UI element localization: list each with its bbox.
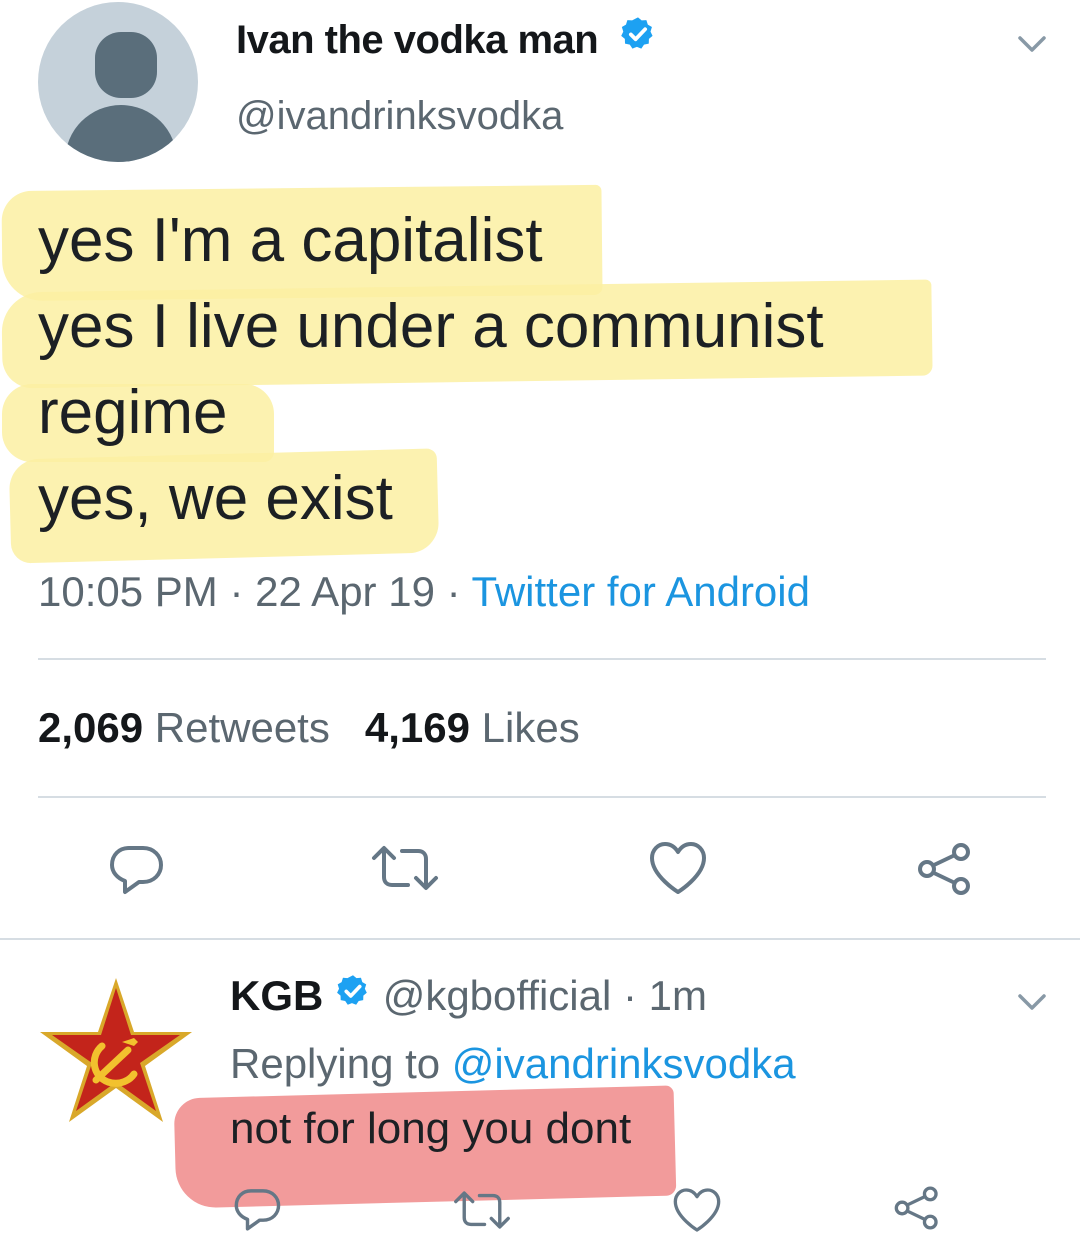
chevron-down-icon[interactable] [1012,24,1052,69]
reply-text: not for long you dont [230,1104,632,1153]
reply-button[interactable] [232,1184,282,1234]
reply-handle[interactable]: @kgbofficial [383,972,612,1019]
author-name[interactable]: Ivan the vodka man [236,15,657,63]
share-icon [918,843,970,895]
reply-icon [234,1189,281,1231]
likes-count: 4,169 [364,704,470,751]
retweets-count: 2,069 [38,704,144,751]
retweet-icon [454,1191,510,1229]
retweet-icon [372,846,438,890]
avatar-body-shape [65,105,177,162]
reply-header: KGB @kgbofficial · 1m [230,972,707,1020]
retweets-label: Retweets [143,704,330,751]
replying-handle-link[interactable]: @ivandrinksvodka [452,1040,796,1087]
heart-icon [673,1188,721,1232]
author-handle[interactable]: @ivandrinksvodka [236,94,563,139]
meta-separator: · [217,568,256,615]
tweet-line: yes I'm a capitalist [38,206,543,275]
tweet-line: regime [38,378,228,447]
retweets-stat[interactable]: 2,069 Retweets [38,704,330,751]
like-button[interactable] [648,840,708,896]
likes-label: Likes [469,704,580,751]
reply-icon [110,846,163,894]
divider [38,796,1046,798]
reply-avatar[interactable] [36,972,196,1137]
share-button[interactable] [915,840,975,898]
tweet-line: yes, we exist [38,464,393,533]
replying-label: Replying to [230,1040,452,1087]
tweet-line: yes I live under a communist [38,292,824,361]
heart-icon [650,842,706,894]
tweet-time[interactable]: 10:05 PM [38,568,218,615]
retweet-button[interactable] [452,1188,512,1232]
tweet-date[interactable]: 22 Apr 19 [255,568,435,615]
retweet-button[interactable] [370,842,440,894]
tweet-stats: 2,069 Retweets 4,169 Likes [38,704,580,752]
tweet-text: yes I'm a capitalist yes I live under a … [38,198,824,542]
chevron-down-icon[interactable] [1012,982,1052,1027]
replying-to: Replying to @ivandrinksvodka [230,1040,796,1088]
divider [38,658,1046,660]
tweet-source-link[interactable]: Twitter for Android [472,568,810,615]
meta-separator: · [611,972,649,1019]
reply-display-name[interactable]: KGB [230,972,323,1019]
author-avatar[interactable] [38,2,198,162]
verified-badge-icon [335,971,371,1019]
soviet-star-icon [40,978,192,1122]
avatar-head-shape [95,32,157,98]
meta-separator: · [434,568,472,615]
reply-time[interactable]: 1m [649,972,707,1019]
tweet-meta: 10:05 PM · 22 Apr 19 · Twitter for Andro… [38,568,810,616]
like-button[interactable] [672,1186,722,1234]
tweet-separator [0,938,1080,940]
verified-badge-icon [619,15,657,63]
share-button[interactable] [892,1184,942,1232]
display-name: Ivan the vodka man [236,18,599,62]
reply-button[interactable] [107,840,165,898]
share-icon [894,1186,938,1230]
likes-stat[interactable]: 4,169 Likes [365,704,580,751]
